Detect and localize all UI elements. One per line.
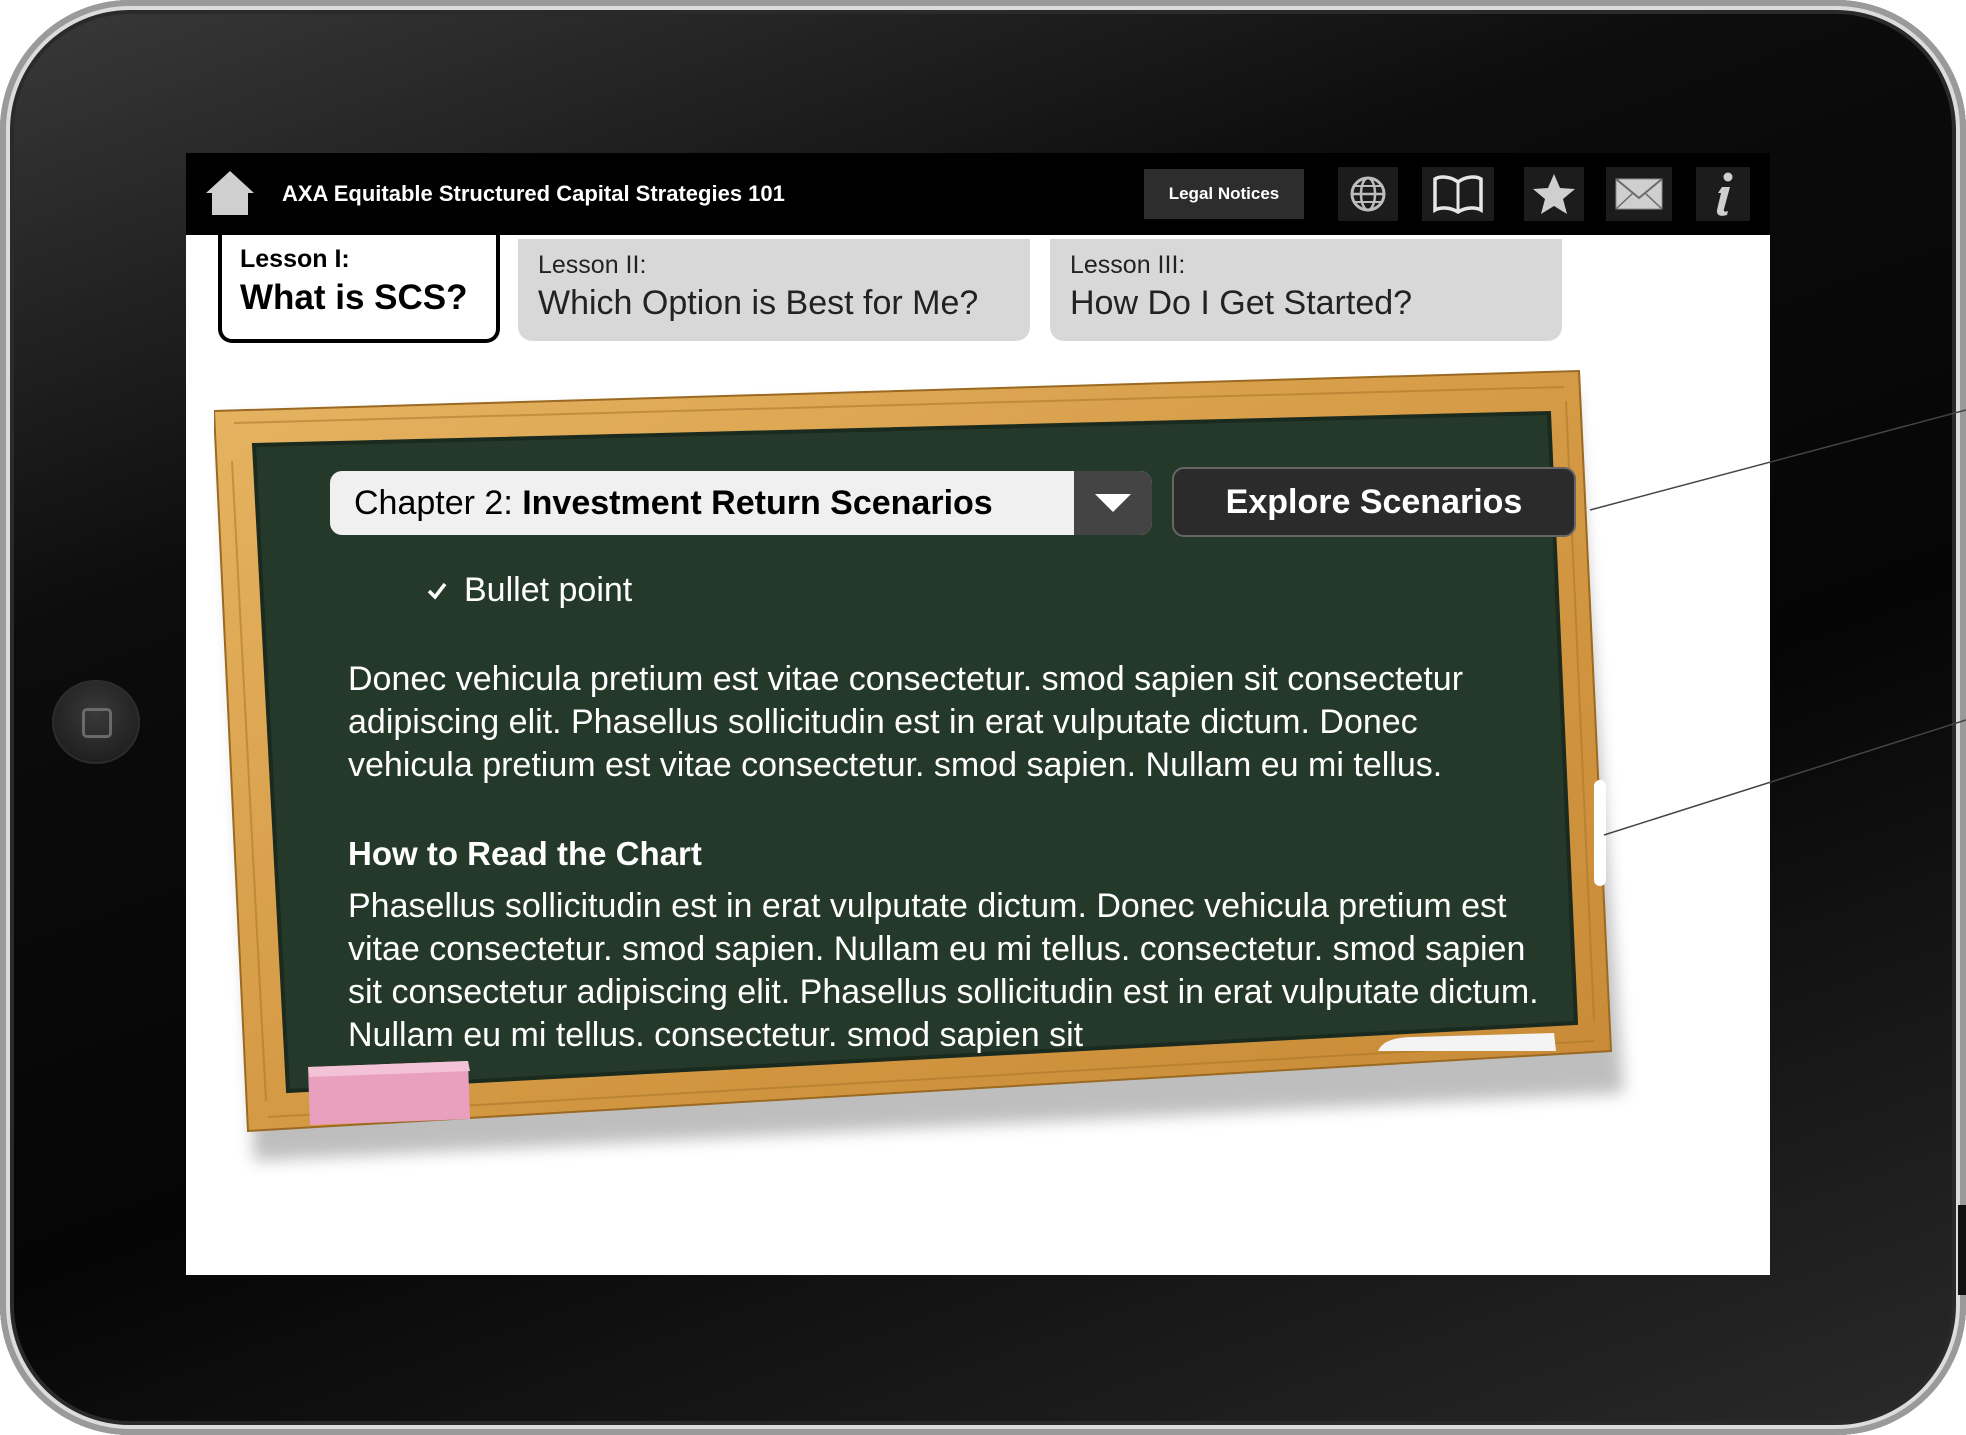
annotation-callouts [1589, 409, 1966, 836]
